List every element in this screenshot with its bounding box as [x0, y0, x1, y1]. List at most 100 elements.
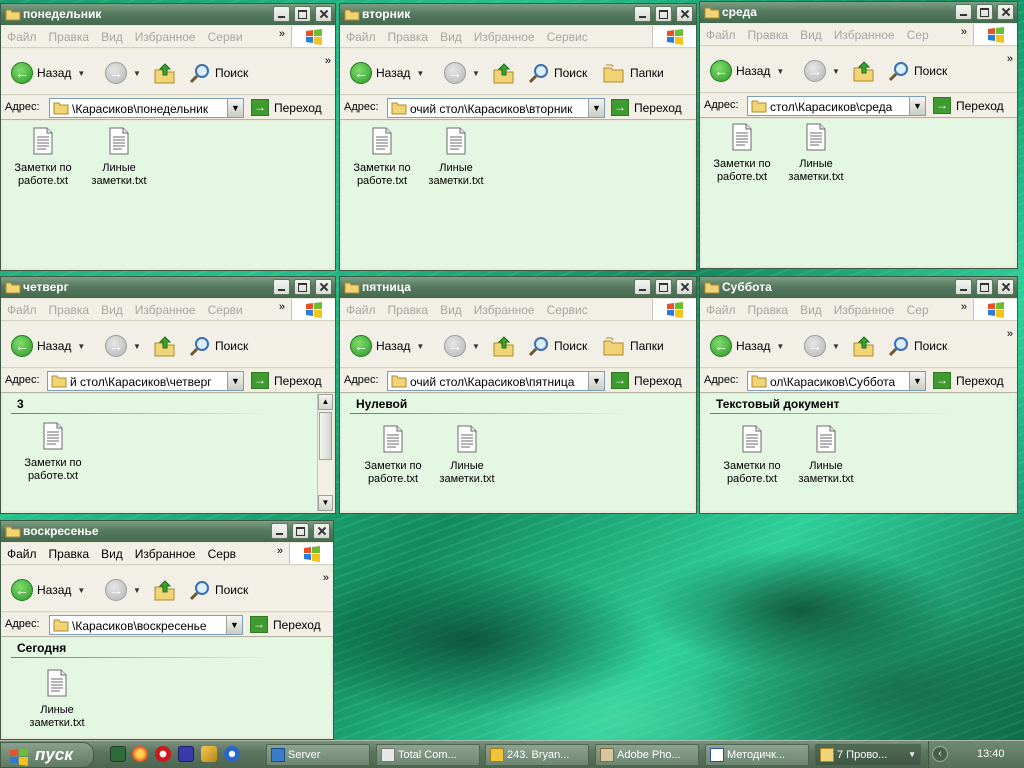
- address-field[interactable]: стол\Карасиков\среда ▼: [747, 96, 926, 116]
- forward-button[interactable]: → ▼: [105, 61, 141, 85]
- quicklaunch-tool-icon[interactable]: [201, 746, 217, 762]
- maximize-button[interactable]: [294, 6, 311, 22]
- taskbar-item[interactable]: 7 Прово... ▼: [815, 744, 921, 766]
- taskbar-item[interactable]: 243. Bryan...: [485, 744, 589, 766]
- close-button[interactable]: [315, 6, 332, 22]
- go-button[interactable]: Переход: [273, 618, 321, 632]
- toolbar-overflow-chevron-icon[interactable]: »: [1007, 328, 1013, 340]
- menu-favorites[interactable]: Избранное: [468, 26, 541, 47]
- go-arrow-icon[interactable]: →: [933, 97, 951, 114]
- window-titlebar[interactable]: четверг: [1, 277, 335, 298]
- file-item[interactable]: Заметки по работе.txt: [714, 425, 790, 486]
- back-button[interactable]: ← Назад ▼: [11, 578, 85, 602]
- window-titlebar[interactable]: понедельник: [1, 4, 335, 25]
- menu-edit[interactable]: Правка: [382, 299, 435, 320]
- address-field[interactable]: очий стол\Карасиков\пятница ▼: [387, 371, 605, 391]
- maximize-button[interactable]: [655, 6, 672, 22]
- chevron-down-icon[interactable]: ▼: [227, 372, 243, 390]
- window-titlebar[interactable]: пятница: [340, 277, 696, 298]
- menu-service[interactable]: Сервис: [541, 299, 594, 320]
- minimize-button[interactable]: [955, 279, 972, 295]
- menu-view[interactable]: Вид: [434, 26, 468, 47]
- clock[interactable]: 13:40: [977, 748, 1005, 760]
- address-field[interactable]: ол\Карасиков\Суббота ▼: [747, 371, 926, 391]
- menu-edit[interactable]: Правка: [382, 26, 435, 47]
- window-titlebar[interactable]: среда: [700, 2, 1017, 23]
- file-view[interactable]: Текстовый документ Заметки по работе.txt…: [702, 394, 1015, 511]
- window-friday[interactable]: пятница Файл Правка Вид Избранное Сервис ← На…: [339, 276, 697, 514]
- minimize-button[interactable]: [273, 6, 290, 22]
- search-button[interactable]: Поиск: [528, 334, 587, 358]
- back-button[interactable]: ← Назад ▼: [710, 334, 784, 358]
- menu-view[interactable]: Вид: [95, 543, 129, 564]
- toolbar-overflow-chevron-icon[interactable]: »: [1007, 53, 1013, 65]
- taskbar-item[interactable]: Total Com...: [376, 744, 480, 766]
- menu-file[interactable]: Файл: [340, 26, 382, 47]
- close-button[interactable]: [676, 279, 693, 295]
- menu-view[interactable]: Вид: [95, 299, 129, 320]
- window-tuesday[interactable]: вторник Файл Правка Вид Избранное Сервис ← На…: [339, 3, 697, 271]
- menu-file[interactable]: Файл: [1, 26, 43, 47]
- tray-expand-chevron-icon[interactable]: ‹: [932, 746, 948, 762]
- menu-file[interactable]: Файл: [1, 543, 43, 564]
- chevron-down-icon[interactable]: ▼: [77, 69, 85, 78]
- file-view[interactable]: Нулевой Заметки по работе.txt Линые заме…: [342, 394, 694, 511]
- menu-edit[interactable]: Правка: [43, 299, 96, 320]
- taskbar-item[interactable]: Server: [266, 744, 370, 766]
- forward-button[interactable]: → ▼: [444, 334, 480, 358]
- menu-favorites[interactable]: Избранное: [129, 299, 202, 320]
- back-button[interactable]: ← Назад ▼: [710, 59, 784, 83]
- scroll-up-icon[interactable]: ▲: [318, 394, 333, 410]
- address-field[interactable]: й стол\Карасиков\четверг ▼: [47, 371, 244, 391]
- go-arrow-icon[interactable]: →: [251, 99, 269, 116]
- menu-file[interactable]: Файл: [700, 299, 742, 320]
- scroll-thumb[interactable]: [319, 412, 332, 460]
- file-item[interactable]: Линые заметки.txt: [418, 127, 494, 188]
- back-button[interactable]: ← Назад ▼: [11, 61, 85, 85]
- file-item[interactable]: Линые заметки.txt: [429, 425, 505, 486]
- search-button[interactable]: Поиск: [189, 334, 248, 358]
- forward-button[interactable]: → ▼: [444, 61, 480, 85]
- go-button[interactable]: Переход: [956, 374, 1004, 388]
- chevron-down-icon[interactable]: ▼: [133, 586, 141, 595]
- maximize-button[interactable]: [976, 4, 993, 20]
- menu-view[interactable]: Вид: [434, 299, 468, 320]
- up-button[interactable]: [153, 61, 177, 85]
- go-arrow-icon[interactable]: →: [250, 616, 268, 633]
- menu-overflow-chevron-icon[interactable]: »: [961, 26, 967, 38]
- search-button[interactable]: Поиск: [528, 61, 587, 85]
- menu-service[interactable]: Сер: [901, 24, 935, 45]
- up-button[interactable]: [852, 59, 876, 83]
- menu-edit[interactable]: Правка: [43, 26, 96, 47]
- quicklaunch-save-icon[interactable]: [178, 746, 194, 762]
- quicklaunch-media-icon[interactable]: [224, 746, 240, 762]
- menu-overflow-chevron-icon[interactable]: »: [277, 545, 283, 557]
- menu-file[interactable]: Файл: [700, 24, 742, 45]
- file-view[interactable]: Заметки по работе.txt Линые заметки.txt: [702, 119, 1015, 266]
- go-button[interactable]: Переход: [634, 101, 682, 115]
- close-button[interactable]: [315, 279, 332, 295]
- scroll-down-icon[interactable]: ▼: [318, 495, 333, 511]
- minimize-button[interactable]: [273, 279, 290, 295]
- go-arrow-icon[interactable]: →: [251, 372, 269, 389]
- search-button[interactable]: Поиск: [189, 578, 248, 602]
- back-button[interactable]: ← Назад ▼: [350, 334, 424, 358]
- close-button[interactable]: [313, 523, 330, 539]
- go-button[interactable]: Переход: [956, 99, 1004, 113]
- chevron-down-icon[interactable]: ▼: [416, 69, 424, 78]
- taskbar-item[interactable]: Adobe Pho...: [595, 744, 699, 766]
- menu-edit[interactable]: Правка: [742, 299, 795, 320]
- menu-edit[interactable]: Правка: [43, 543, 96, 564]
- search-button[interactable]: Поиск: [189, 61, 248, 85]
- file-item[interactable]: Линые заметки.txt: [81, 127, 157, 188]
- menu-service[interactable]: Серви: [202, 26, 249, 47]
- chevron-down-icon[interactable]: ▼: [472, 69, 480, 78]
- maximize-button[interactable]: [976, 279, 993, 295]
- file-item[interactable]: Заметки по работе.txt: [355, 425, 431, 486]
- menu-file[interactable]: Файл: [340, 299, 382, 320]
- quicklaunch-browser-icon[interactable]: [132, 746, 148, 762]
- chevron-down-icon[interactable]: ▼: [226, 616, 242, 634]
- forward-button[interactable]: → ▼: [804, 334, 840, 358]
- chevron-down-icon[interactable]: ▼: [227, 99, 243, 117]
- go-button[interactable]: Переход: [274, 101, 322, 115]
